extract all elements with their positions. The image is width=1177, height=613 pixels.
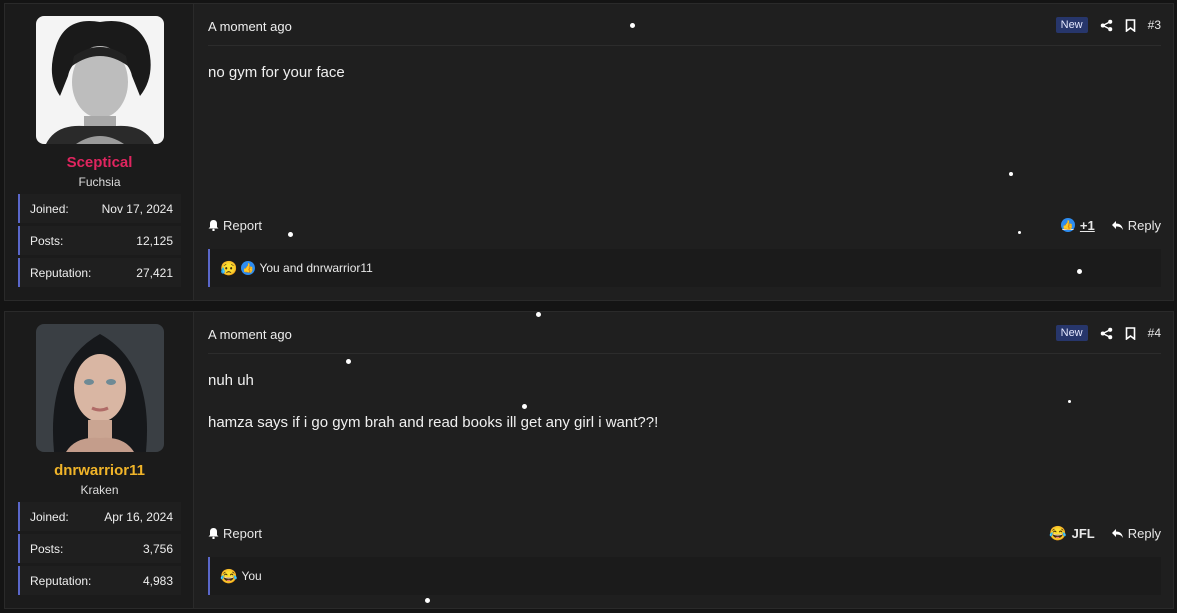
post-text: nuh uh xyxy=(208,372,254,389)
laugh-emoji-icon: 😂 xyxy=(220,568,238,584)
stat-joined: Joined: Nov 17, 2024 xyxy=(18,194,181,223)
post-header-actions: New #3 xyxy=(1055,17,1161,33)
new-badge: New xyxy=(1055,325,1088,341)
bookmark-icon[interactable] xyxy=(1125,18,1136,32)
reaction-link[interactable]: 😂 JFL xyxy=(1049,526,1095,541)
reaction-bar[interactable]: 😂 You xyxy=(208,557,1161,595)
post-footer: Report 😂 JFL Reply xyxy=(208,523,1161,543)
reaction-summary: JFL xyxy=(1071,525,1095,541)
header-divider xyxy=(208,45,1161,46)
reply-button[interactable]: Reply xyxy=(1111,526,1161,541)
stat-posts: Posts: 12,125 xyxy=(18,226,181,255)
stat-label: Posts: xyxy=(30,233,64,248)
post-body: nuh uh hamza says if i go gym brah and r… xyxy=(208,370,658,454)
bookmark-icon[interactable] xyxy=(1125,326,1136,340)
post-body: no gym for your face xyxy=(208,62,345,104)
stat-value: 12,125 xyxy=(136,233,173,248)
avatar[interactable] xyxy=(36,16,164,144)
reaction-bar[interactable]: 😥 👍 You and dnrwarrior11 xyxy=(208,249,1161,287)
stat-value: 27,421 xyxy=(136,265,173,280)
user-title: Kraken xyxy=(80,483,119,497)
username[interactable]: dnrwarrior11 xyxy=(5,462,194,479)
username[interactable]: Sceptical xyxy=(5,154,194,171)
post-text: no gym for your face xyxy=(208,64,345,81)
avatar[interactable] xyxy=(36,324,164,452)
reaction-users: You and dnrwarrior11 xyxy=(259,261,373,275)
bell-icon xyxy=(208,527,219,539)
footer-actions: 👍 +1 Reply xyxy=(1060,217,1161,233)
post-3: Sceptical Fuchsia Joined: Nov 17, 2024 Po… xyxy=(4,3,1174,301)
share-icon[interactable] xyxy=(1100,327,1113,340)
reaction-summary: +1 xyxy=(1079,217,1095,233)
report-button[interactable]: Report xyxy=(208,526,262,541)
like-icon: 👍 xyxy=(241,261,256,275)
reply-button[interactable]: Reply xyxy=(1111,218,1161,233)
stat-posts: Posts: 3,756 xyxy=(18,534,181,563)
stat-label: Reputation: xyxy=(30,265,92,280)
share-icon[interactable] xyxy=(1100,19,1113,32)
stat-value: 3,756 xyxy=(142,541,173,556)
like-icon: 👍 xyxy=(1060,218,1075,232)
footer-actions: 😂 JFL Reply xyxy=(1049,526,1161,541)
user-panel: dnrwarrior11 Kraken Joined: Apr 16, 2024 … xyxy=(5,312,194,608)
snow-particle xyxy=(630,23,635,28)
bell-icon xyxy=(208,219,219,231)
stat-value: Nov 17, 2024 xyxy=(101,201,173,216)
reply-icon xyxy=(1111,528,1124,539)
reply-label: Reply xyxy=(1127,217,1161,233)
snow-particle xyxy=(1068,400,1071,403)
post-text: hamza says if i go gym brah and read boo… xyxy=(208,414,659,431)
post-time[interactable]: A moment ago xyxy=(208,19,292,34)
reply-icon xyxy=(1111,220,1124,231)
user-stats: Joined: Nov 17, 2024 Posts: 12,125 Reputat… xyxy=(18,194,181,290)
laugh-emoji-icon: 😂 xyxy=(1049,525,1067,541)
snow-particle xyxy=(288,232,293,237)
stat-label: Joined: xyxy=(30,201,69,216)
post-main: A moment ago New #4 nuh uh hamza says if… xyxy=(194,312,1173,608)
post-4: dnrwarrior11 Kraken Joined: Apr 16, 2024 … xyxy=(4,311,1174,609)
reaction-users: You xyxy=(241,569,262,583)
snow-particle xyxy=(522,404,527,409)
stat-value: 4,983 xyxy=(142,573,173,588)
snow-particle xyxy=(425,598,430,603)
snow-particle xyxy=(536,312,541,317)
post-number[interactable]: #3 xyxy=(1148,18,1161,32)
stat-joined: Joined: Apr 16, 2024 xyxy=(18,502,181,531)
snow-particle xyxy=(1077,269,1082,274)
post-header-actions: New #4 xyxy=(1055,325,1161,341)
report-label: Report xyxy=(223,217,263,233)
post-main: A moment ago New #3 no gym for your face… xyxy=(194,4,1173,300)
stat-reputation: Reputation: 4,983 xyxy=(18,566,181,595)
new-badge: New xyxy=(1055,17,1088,33)
user-panel: Sceptical Fuchsia Joined: Nov 17, 2024 Po… xyxy=(5,4,194,300)
stat-label: Posts: xyxy=(30,541,64,556)
post-number[interactable]: #4 xyxy=(1148,326,1161,340)
user-stats: Joined: Apr 16, 2024 Posts: 3,756 Reputati… xyxy=(18,502,181,598)
header-divider xyxy=(208,353,1161,354)
report-label: Report xyxy=(223,525,263,541)
user-title: Fuchsia xyxy=(78,175,121,189)
snow-particle xyxy=(1018,231,1021,234)
snow-particle xyxy=(1009,172,1013,176)
post-time[interactable]: A moment ago xyxy=(208,327,292,342)
stat-value: Apr 16, 2024 xyxy=(104,509,173,524)
reaction-link[interactable]: 👍 +1 xyxy=(1060,217,1095,233)
stat-reputation: Reputation: 27,421 xyxy=(18,258,181,287)
sad-emoji-icon: 😥 xyxy=(220,260,238,276)
stat-label: Joined: xyxy=(30,509,69,524)
reply-label: Reply xyxy=(1127,525,1161,541)
report-button[interactable]: Report xyxy=(208,218,262,233)
snow-particle xyxy=(346,359,351,364)
stat-label: Reputation: xyxy=(30,573,92,588)
